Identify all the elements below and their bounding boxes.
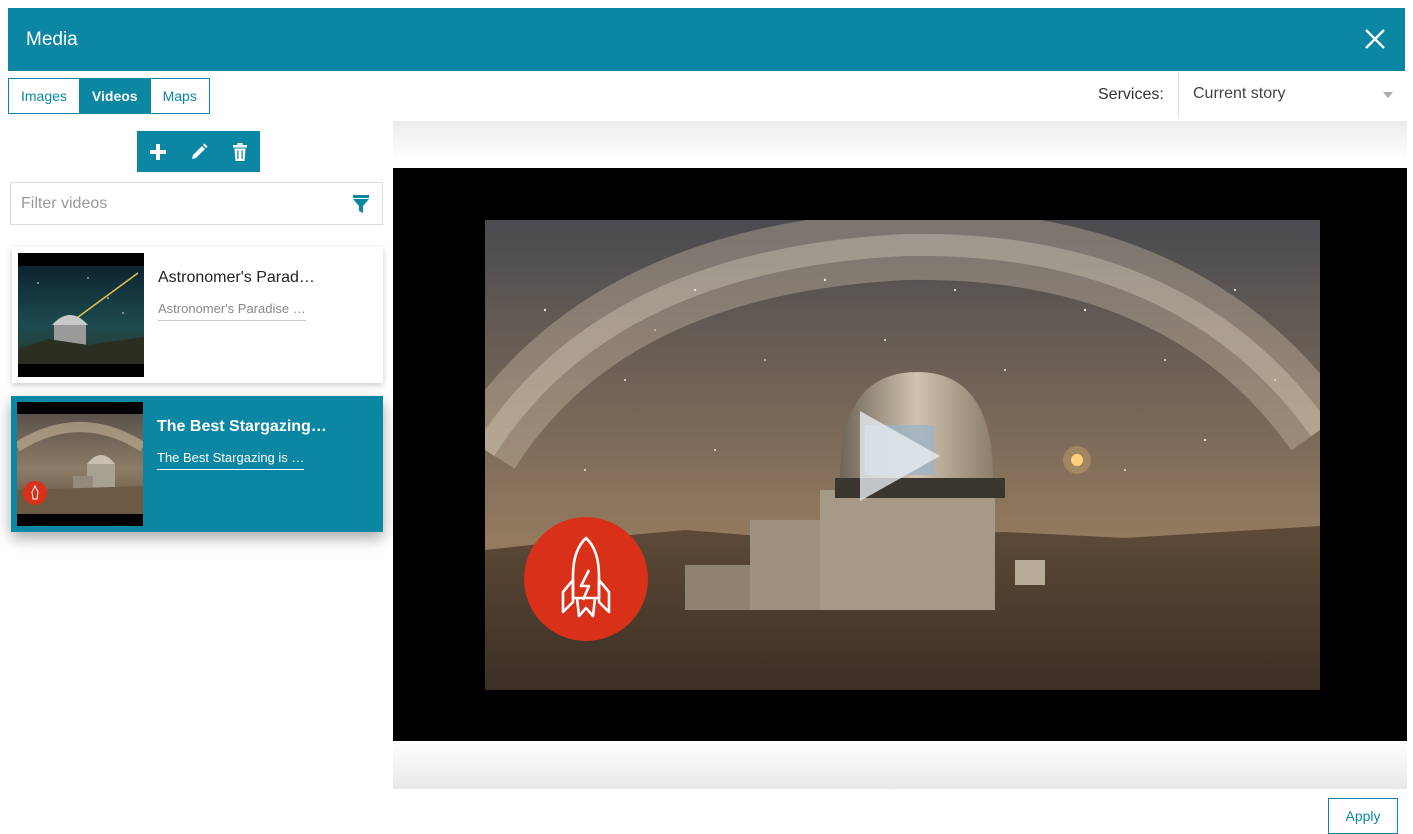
- video-title: Astronomer's Parad…: [158, 269, 315, 286]
- tab-videos[interactable]: Videos: [78, 79, 150, 113]
- video-list-item[interactable]: Astronomer's Parad… Astronomer's Paradis…: [12, 247, 383, 383]
- play-icon[interactable]: [855, 406, 945, 506]
- rocket-logo-icon: [524, 517, 648, 641]
- dialog-title: Media: [26, 29, 78, 50]
- services-label: Services:: [1098, 86, 1164, 103]
- services-select[interactable]: Current story: [1178, 72, 1405, 118]
- trash-icon: [232, 142, 247, 161]
- tab-images[interactable]: Images: [9, 79, 79, 113]
- video-poster-image: [485, 220, 1320, 690]
- video-description: Astronomer's Paradise …: [158, 301, 306, 321]
- video-list-item-selected[interactable]: The Best Stargazing… The Best Stargazing…: [11, 396, 383, 532]
- video-thumbnail: [17, 402, 143, 526]
- video-player[interactable]: [393, 168, 1407, 741]
- tab-maps[interactable]: Maps: [149, 79, 209, 113]
- video-title: The Best Stargazing…: [157, 418, 327, 435]
- close-icon[interactable]: [1359, 23, 1391, 55]
- media-tabs: Images Videos Maps: [8, 78, 210, 114]
- delete-video-button[interactable]: [219, 131, 260, 172]
- edit-video-button[interactable]: [178, 131, 219, 172]
- pencil-icon: [191, 143, 207, 159]
- filter-box: [10, 182, 383, 225]
- funnel-icon[interactable]: [352, 194, 370, 214]
- dialog-titlebar: Media: [8, 8, 1405, 71]
- chevron-down-icon: [1383, 92, 1393, 98]
- apply-button[interactable]: Apply: [1328, 798, 1398, 834]
- filter-videos-input[interactable]: [11, 183, 341, 224]
- services-selected-value: Current story: [1193, 85, 1286, 102]
- video-thumbnail: [18, 253, 144, 377]
- plus-icon: [149, 143, 166, 160]
- video-toolbar: [137, 131, 260, 172]
- add-video-button[interactable]: [137, 131, 178, 172]
- video-description: The Best Stargazing is …: [157, 450, 305, 470]
